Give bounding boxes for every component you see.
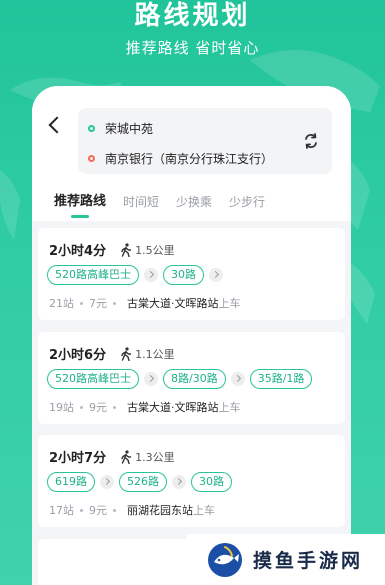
boarding-suffix: 上车	[193, 504, 215, 517]
walk-icon	[121, 346, 132, 361]
chevron-right-icon	[100, 475, 114, 489]
chevron-right-icon	[172, 475, 186, 489]
boarding-stop: 古棠大道·文晖路站	[127, 401, 219, 414]
separator-dot	[113, 301, 116, 305]
line-chip: 35路/1路	[249, 369, 313, 389]
swap-icon[interactable]	[302, 132, 320, 150]
route-card[interactable]: 2小时7分 1.3公里 619路 526路 30路 17站 9元 丽湖花园东站 …	[38, 435, 345, 527]
line-chip: 8路/30路	[163, 369, 226, 389]
route-duration: 2小时4分	[49, 244, 107, 259]
boarding-suffix: 上车	[218, 401, 241, 414]
chevron-right-icon	[209, 268, 223, 282]
line-chips: 619路 526路 30路	[47, 472, 232, 492]
route-header: 2小时7分 1.3公里	[49, 447, 175, 466]
walk-icon	[121, 242, 132, 257]
route-header: 2小时6分 1.1公里	[49, 344, 175, 363]
tab-less-walking[interactable]: 少步行	[229, 194, 265, 210]
line-chip: 30路	[191, 472, 232, 492]
separator-dot	[80, 301, 83, 305]
line-chip: 30路	[163, 265, 204, 285]
route-endpoints[interactable]: 荣城中苑 南京银行（南京分行珠江支行）	[78, 108, 332, 174]
hero-title: 路线规划	[134, 1, 251, 31]
boarding-stop: 丽湖花园东站	[127, 504, 193, 517]
walk-distance: 1.3公里	[135, 450, 175, 464]
destination-text: 南京银行（南京分行珠江支行）	[105, 151, 274, 166]
back-arrow-icon[interactable]	[46, 116, 64, 134]
route-tabs: 推荐路线 时间短 少换乘 少步行	[54, 194, 282, 218]
fare: 9元	[89, 401, 107, 414]
station-count: 21站	[49, 297, 74, 310]
destination-row[interactable]: 南京银行（南京分行珠江支行）	[88, 149, 273, 167]
route-card[interactable]: 2小时6分 1.1公里 520路高峰巴士 8路/30路 35路/1路 19站 9…	[38, 332, 345, 424]
separator-dot	[113, 508, 116, 512]
station-count: 17站	[49, 504, 74, 517]
route-duration: 2小时7分	[49, 451, 107, 466]
line-chip: 520路高峰巴士	[47, 265, 139, 285]
separator-dot	[80, 508, 83, 512]
hero-subtitle: 推荐路线 省时省心	[125, 39, 260, 57]
fish-logo-icon	[208, 542, 242, 577]
chevron-right-icon	[144, 372, 158, 386]
fare: 9元	[89, 504, 107, 517]
route-header: 2小时4分 1.5公里	[49, 240, 175, 259]
phone-frame: 荣城中苑 南京银行（南京分行珠江支行） 推荐路线 时间短 少换乘 少步行 2小时…	[32, 86, 351, 585]
fare: 7元	[89, 297, 107, 310]
walk-icon	[121, 449, 132, 464]
tab-shortest-time[interactable]: 时间短	[123, 194, 159, 210]
line-chip: 520路高峰巴士	[47, 369, 139, 389]
watermark: 摸鱼手游网	[187, 534, 385, 585]
route-meta: 17站 9元 丽湖花园东站 上车	[49, 502, 215, 518]
route-card[interactable]: 2小时4分 1.5公里 520路高峰巴士 30路 21站 7元 古棠大道·文晖路…	[38, 228, 345, 320]
watermark-text: 摸鱼手游网	[253, 550, 364, 572]
chevron-right-icon	[144, 268, 158, 282]
line-chips: 520路高峰巴士 30路	[47, 265, 228, 285]
tab-recommended[interactable]: 推荐路线	[54, 194, 106, 218]
destination-dot-icon	[88, 154, 95, 162]
origin-dot-icon	[88, 124, 95, 132]
chevron-right-icon	[230, 372, 245, 386]
boarding-stop: 古棠大道·文晖路站	[127, 297, 219, 310]
walk-distance: 1.1公里	[135, 347, 175, 361]
boarding-suffix: 上车	[218, 297, 241, 310]
origin-text: 荣城中苑	[105, 121, 154, 136]
route-duration: 2小时6分	[49, 348, 107, 363]
origin-row[interactable]: 荣城中苑	[88, 119, 153, 137]
station-count: 19站	[49, 401, 74, 414]
search-header: 荣城中苑 南京银行（南京分行珠江支行） 推荐路线 时间短 少换乘 少步行	[32, 86, 351, 221]
line-chip: 619路	[47, 472, 95, 492]
line-chips: 520路高峰巴士 8路/30路 35路/1路	[47, 369, 313, 389]
route-meta: 21站 7元 古棠大道·文晖路站 上车	[49, 295, 241, 311]
separator-dot	[80, 405, 83, 409]
separator-dot	[113, 405, 116, 409]
route-meta: 19站 9元 古棠大道·文晖路站 上车	[49, 399, 241, 415]
tab-fewer-transfers[interactable]: 少换乘	[176, 194, 212, 210]
walk-distance: 1.5公里	[135, 243, 175, 257]
line-chip: 526路	[119, 472, 167, 492]
